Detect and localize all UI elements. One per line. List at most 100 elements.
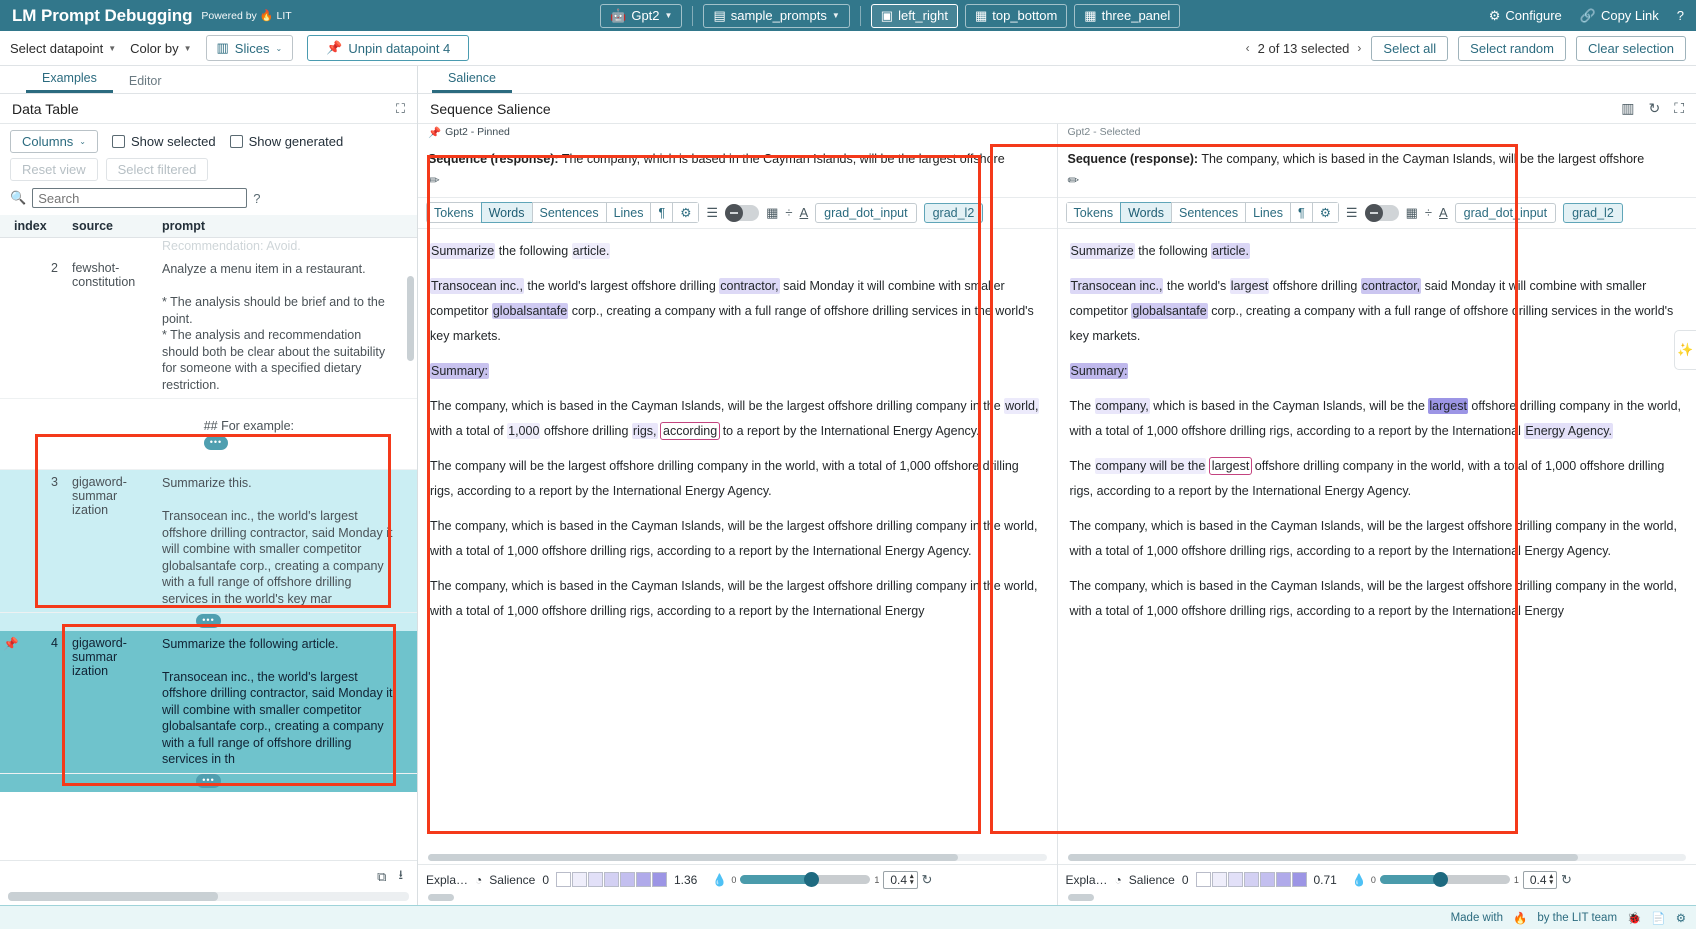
show-selected-checkbox[interactable]: Show selected xyxy=(112,134,216,149)
truncation-marker[interactable]: ••• xyxy=(196,774,220,788)
next-datapoint-arrow[interactable]: › xyxy=(1357,41,1361,55)
model-selector[interactable]: 🤖 Gpt2 ▼ xyxy=(600,4,682,28)
granularity-lines[interactable]: Lines xyxy=(606,202,651,223)
reset-icon[interactable]: ↻ xyxy=(1561,872,1572,888)
threshold-slider[interactable] xyxy=(1380,875,1510,884)
layout-left-right[interactable]: ▣ left_right xyxy=(871,4,958,28)
show-generated-checkbox[interactable]: Show generated xyxy=(230,134,344,149)
expand-icon[interactable]: ⛶ xyxy=(396,101,405,117)
stepper-icon[interactable]: ▴▾ xyxy=(910,874,914,886)
copy-link-button[interactable]: 🔗 Copy Link xyxy=(1580,8,1659,24)
truncation-marker[interactable]: ••• xyxy=(196,614,220,628)
table-row-truncation[interactable]: ••• xyxy=(0,613,417,631)
select-datapoint-dropdown[interactable]: Select datapoint ▼ xyxy=(10,41,116,56)
column-header-index[interactable]: index xyxy=(0,219,72,233)
select-all-button[interactable]: Select all xyxy=(1371,36,1448,61)
threshold-slider[interactable] xyxy=(740,875,870,884)
layout-top-bottom[interactable]: ▦ top_bottom xyxy=(965,4,1067,28)
salience-text-selected[interactable]: Summarize the following article. Transoc… xyxy=(1058,229,1696,852)
pilcrow-icon[interactable]: ¶ xyxy=(1290,202,1312,223)
column-header-source[interactable]: source xyxy=(72,219,162,233)
table-row[interactable]: Recommendation: Avoid. ••• xyxy=(0,238,417,256)
threshold-value-input[interactable]: 0.4 ▴▾ xyxy=(1523,871,1557,889)
grid-icon[interactable]: ▦ xyxy=(766,205,778,221)
horizontal-scrollbar[interactable] xyxy=(8,892,409,901)
granularity-sentences[interactable]: Sentences xyxy=(1171,202,1245,223)
reset-view-button[interactable]: Reset view xyxy=(10,158,98,181)
pane-horizontal-scrollbar[interactable] xyxy=(1068,854,1687,861)
reset-icon[interactable]: ↻ xyxy=(922,872,933,888)
tab-examples[interactable]: Examples xyxy=(26,71,113,93)
method-grad-l2[interactable]: grad_l2 xyxy=(924,203,984,223)
expand-icon[interactable]: ⛶ xyxy=(1674,100,1684,117)
dataset-selector[interactable]: ▤ sample_prompts ▼ xyxy=(703,4,849,28)
configure-button[interactable]: ⚙ Configure xyxy=(1489,8,1562,24)
doc-icon[interactable]: 📄 xyxy=(1651,911,1665,925)
reset-icon[interactable]: ↻ xyxy=(1648,100,1660,117)
font-size-icon[interactable]: A xyxy=(1439,205,1448,220)
color-by-dropdown[interactable]: Color by ▼ xyxy=(130,41,191,56)
unpin-datapoint-button[interactable]: 📌 Unpin datapoint 4 xyxy=(307,35,469,61)
truncation-marker[interactable]: ••• xyxy=(204,436,228,450)
grid-icon[interactable]: ▦ xyxy=(1406,205,1418,221)
copy-icon[interactable]: ⧉ xyxy=(377,869,386,885)
layout-three-panel[interactable]: ▦ three_panel xyxy=(1074,4,1180,28)
download-icon[interactable]: ⭳ xyxy=(398,866,403,888)
edit-pencil-icon[interactable]: ✏ xyxy=(418,166,1057,197)
select-filtered-button[interactable]: Select filtered xyxy=(106,158,209,181)
stepper-icon[interactable]: ▴▾ xyxy=(1550,874,1554,886)
density-toggle[interactable] xyxy=(725,205,759,221)
granularity-words[interactable]: Words xyxy=(1120,202,1171,223)
tab-editor[interactable]: Editor xyxy=(113,74,178,93)
highlighted-token-box[interactable]: according xyxy=(661,423,719,439)
prev-datapoint-arrow[interactable]: ‹ xyxy=(1246,41,1250,55)
edit-pencil-icon[interactable]: ✏ xyxy=(1058,166,1696,197)
granularity-lines[interactable]: Lines xyxy=(1245,202,1290,223)
granularity-tokens[interactable]: Tokens xyxy=(1066,202,1121,223)
highlighted-token-box[interactable]: largest xyxy=(1210,458,1252,474)
align-lines-icon[interactable]: ☰ xyxy=(1346,205,1358,221)
bottom-scrollbar[interactable] xyxy=(428,894,1047,901)
slices-button[interactable]: ▥ Slices ⌄ xyxy=(206,35,294,61)
pane-horizontal-scrollbar[interactable] xyxy=(428,854,1047,861)
granularity-words[interactable]: Words xyxy=(481,202,532,223)
table-row[interactable]: 2 fewshot-constitution Analyze a menu it… xyxy=(0,256,417,399)
align-lines-icon[interactable]: ☰ xyxy=(706,205,718,221)
clear-selection-button[interactable]: Clear selection xyxy=(1576,36,1686,61)
vertical-scrollbar[interactable] xyxy=(407,276,414,361)
help-circle-icon[interactable]: ? xyxy=(253,191,260,206)
columns-button[interactable]: Columns ⌄ xyxy=(10,130,98,153)
tab-salience[interactable]: Salience xyxy=(432,71,512,93)
sparkle-icon[interactable]: ✨ xyxy=(1674,330,1696,370)
method-grad-dot-input[interactable]: grad_dot_input xyxy=(1455,203,1556,223)
salience-text-pinned[interactable]: Summarize the following article. Transoc… xyxy=(418,229,1057,852)
font-size-icon[interactable]: A xyxy=(800,205,809,220)
table-row[interactable]: 📌 4 gigaword- summar ization Summarize t… xyxy=(0,631,417,774)
data-table-body[interactable]: Recommendation: Avoid. ••• 2 fewshot-con… xyxy=(0,238,417,860)
granularity-sentences[interactable]: Sentences xyxy=(532,202,606,223)
search-input[interactable] xyxy=(32,188,247,208)
table-row-truncation[interactable]: ••• xyxy=(0,774,417,793)
table-row[interactable]: 3 gigaword- summar ization Summarize thi… xyxy=(0,470,417,613)
granularity-tokens[interactable]: Tokens xyxy=(426,202,481,223)
palette-icon[interactable]: ◔ xyxy=(1115,873,1122,887)
divide-icon[interactable]: ÷ xyxy=(1425,205,1432,220)
threshold-value-input[interactable]: 0.4 ▴▾ xyxy=(883,871,917,889)
pilcrow-icon[interactable]: ¶ xyxy=(650,202,672,223)
settings-icon[interactable]: ⚙ xyxy=(1676,911,1686,925)
select-random-button[interactable]: Select random xyxy=(1458,36,1566,61)
table-row[interactable]: ## For example: ••• xyxy=(0,399,417,470)
columns-icon[interactable]: ▥ xyxy=(1621,100,1634,117)
column-header-prompt[interactable]: prompt xyxy=(162,219,417,233)
gear-icon[interactable]: ⚙ xyxy=(1312,202,1339,223)
density-toggle[interactable] xyxy=(1365,205,1399,221)
row-pin-icon[interactable]: 📌 xyxy=(0,636,22,768)
divide-icon[interactable]: ÷ xyxy=(785,205,792,220)
bottom-scrollbar[interactable] xyxy=(1068,894,1687,901)
palette-icon[interactable]: ◔ xyxy=(475,873,482,887)
help-circle-icon[interactable]: ? xyxy=(1677,8,1684,23)
method-grad-l2[interactable]: grad_l2 xyxy=(1563,203,1623,223)
method-grad-dot-input[interactable]: grad_dot_input xyxy=(815,203,916,223)
bug-icon[interactable]: 🐞 xyxy=(1627,911,1641,925)
gear-icon[interactable]: ⚙ xyxy=(672,202,699,223)
